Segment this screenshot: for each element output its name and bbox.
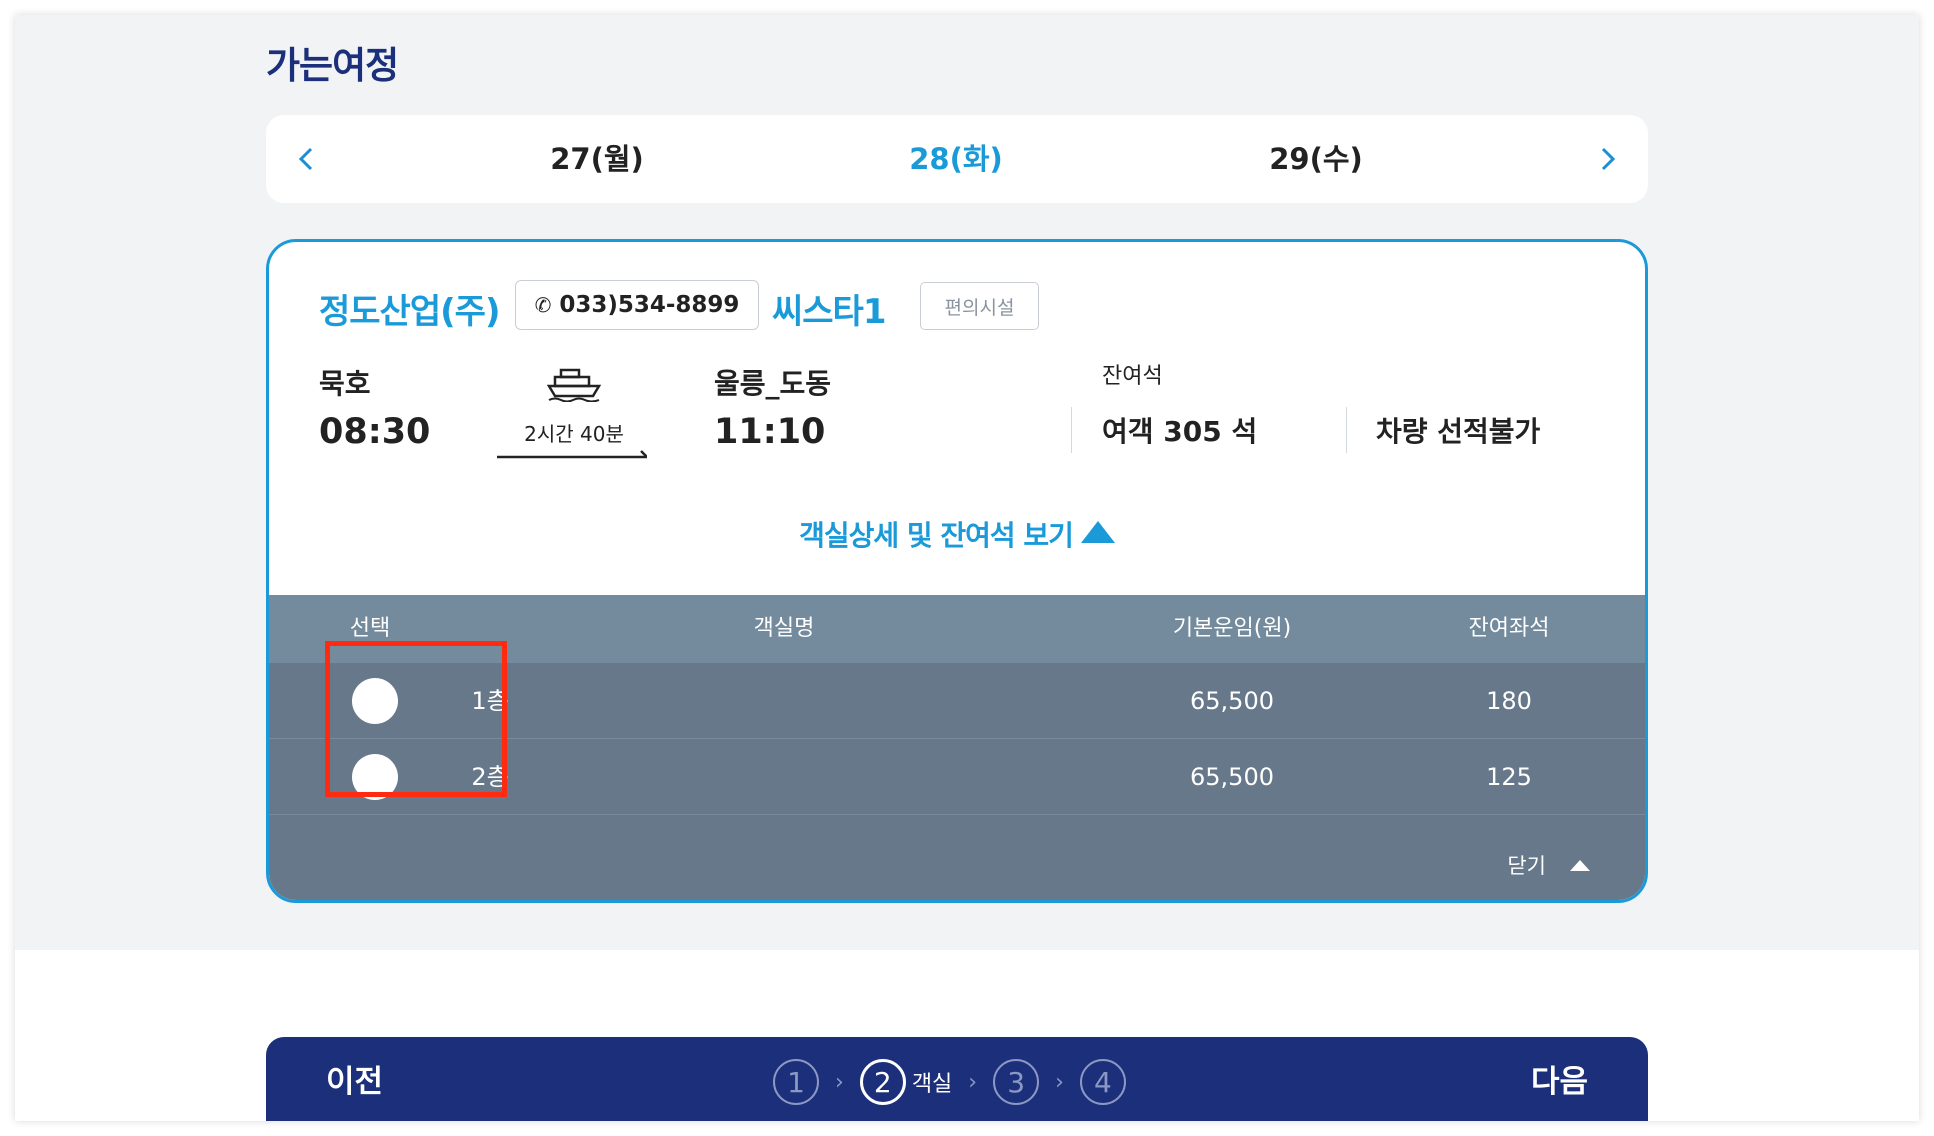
remaining-seats-label: 잔여석: [1102, 364, 1163, 389]
arrival-port: 울릉_도동: [714, 367, 832, 400]
arrival-time: 11:10: [714, 412, 826, 452]
trip-duration: 2시간 40분: [524, 422, 624, 446]
page-frame: 가는여정 27(월) 28(화) 29(수) 정도산업(주) ✆ 033)534…: [15, 15, 1919, 1121]
next-button[interactable]: 다음: [1531, 1037, 1588, 1121]
room-remaining: 125: [1486, 763, 1532, 791]
chevron-right-icon: ›: [1055, 1069, 1064, 1095]
facility-button[interactable]: 편의시설: [920, 282, 1039, 330]
column-header-fare: 기본운임(원): [1172, 616, 1292, 641]
selection-highlight: [325, 641, 507, 797]
room-remaining: 180: [1486, 687, 1532, 715]
chevron-right-icon: ›: [835, 1069, 844, 1095]
phone-button[interactable]: ✆ 033)534-8899: [515, 280, 759, 330]
phone-number: 033)534-8899: [559, 292, 740, 318]
date-selector: 27(월) 28(화) 29(수): [266, 115, 1648, 203]
divider: [1071, 407, 1072, 453]
step-2-label: 객실: [911, 1072, 953, 1097]
room-detail-label: 객실상세 및 잔여석 보기: [799, 519, 1074, 552]
column-header-remaining: 잔여좌석: [1468, 616, 1550, 641]
chevron-right-icon: ›: [968, 1069, 978, 1095]
column-header-room: 객실명: [753, 616, 815, 641]
step-3: 3: [993, 1059, 1040, 1105]
company-name: 정도산업(주): [319, 292, 500, 332]
step-indicator: 1 › 2 객실 › 3 › 4: [773, 1037, 1126, 1121]
prev-button[interactable]: 이전: [326, 1037, 383, 1121]
ship-icon: [547, 368, 601, 402]
phone-icon: ✆: [534, 293, 552, 317]
room-detail-toggle[interactable]: 객실상세 및 잔여석 보기: [269, 514, 1645, 554]
close-button[interactable]: 닫기: [1507, 850, 1590, 880]
trip-card: 정도산업(주) ✆ 033)534-8899 씨스타1 편의시설 묵호 08:3…: [266, 239, 1648, 903]
section-title: 가는여정: [266, 44, 399, 87]
passenger-seats: 여객 305 석: [1102, 415, 1258, 448]
step-navigation: 이전 1 › 2 객실 › 3 › 4 다음: [266, 1037, 1648, 1121]
vehicle-seats: 차량 선적불가: [1376, 415, 1541, 448]
step-4: 4: [1079, 1059, 1126, 1105]
room-fare: 65,500: [1190, 763, 1274, 791]
content-area: 가는여정 27(월) 28(화) 29(수) 정도산업(주) ✆ 033)534…: [15, 15, 1919, 950]
chevron-right-icon[interactable]: [1578, 115, 1638, 203]
step-2-active: 2: [859, 1059, 906, 1105]
date-tab-3[interactable]: 29(수): [1269, 115, 1363, 203]
step-1: 1: [773, 1059, 819, 1105]
triangle-up-icon: [1080, 521, 1115, 543]
departure-port: 묵호: [319, 367, 371, 400]
departure-time: 08:30: [319, 412, 431, 452]
chevron-left-icon[interactable]: [276, 115, 336, 203]
triangle-up-icon: [1570, 859, 1590, 871]
room-fare: 65,500: [1190, 687, 1274, 715]
ship-name: 씨스타1: [772, 292, 886, 332]
date-tab-1[interactable]: 27(월): [550, 115, 644, 203]
arrow-right-icon: [497, 450, 647, 459]
date-tab-2-active[interactable]: 28(화): [909, 115, 1003, 203]
close-label: 닫기: [1507, 854, 1546, 878]
divider: [1346, 407, 1347, 453]
